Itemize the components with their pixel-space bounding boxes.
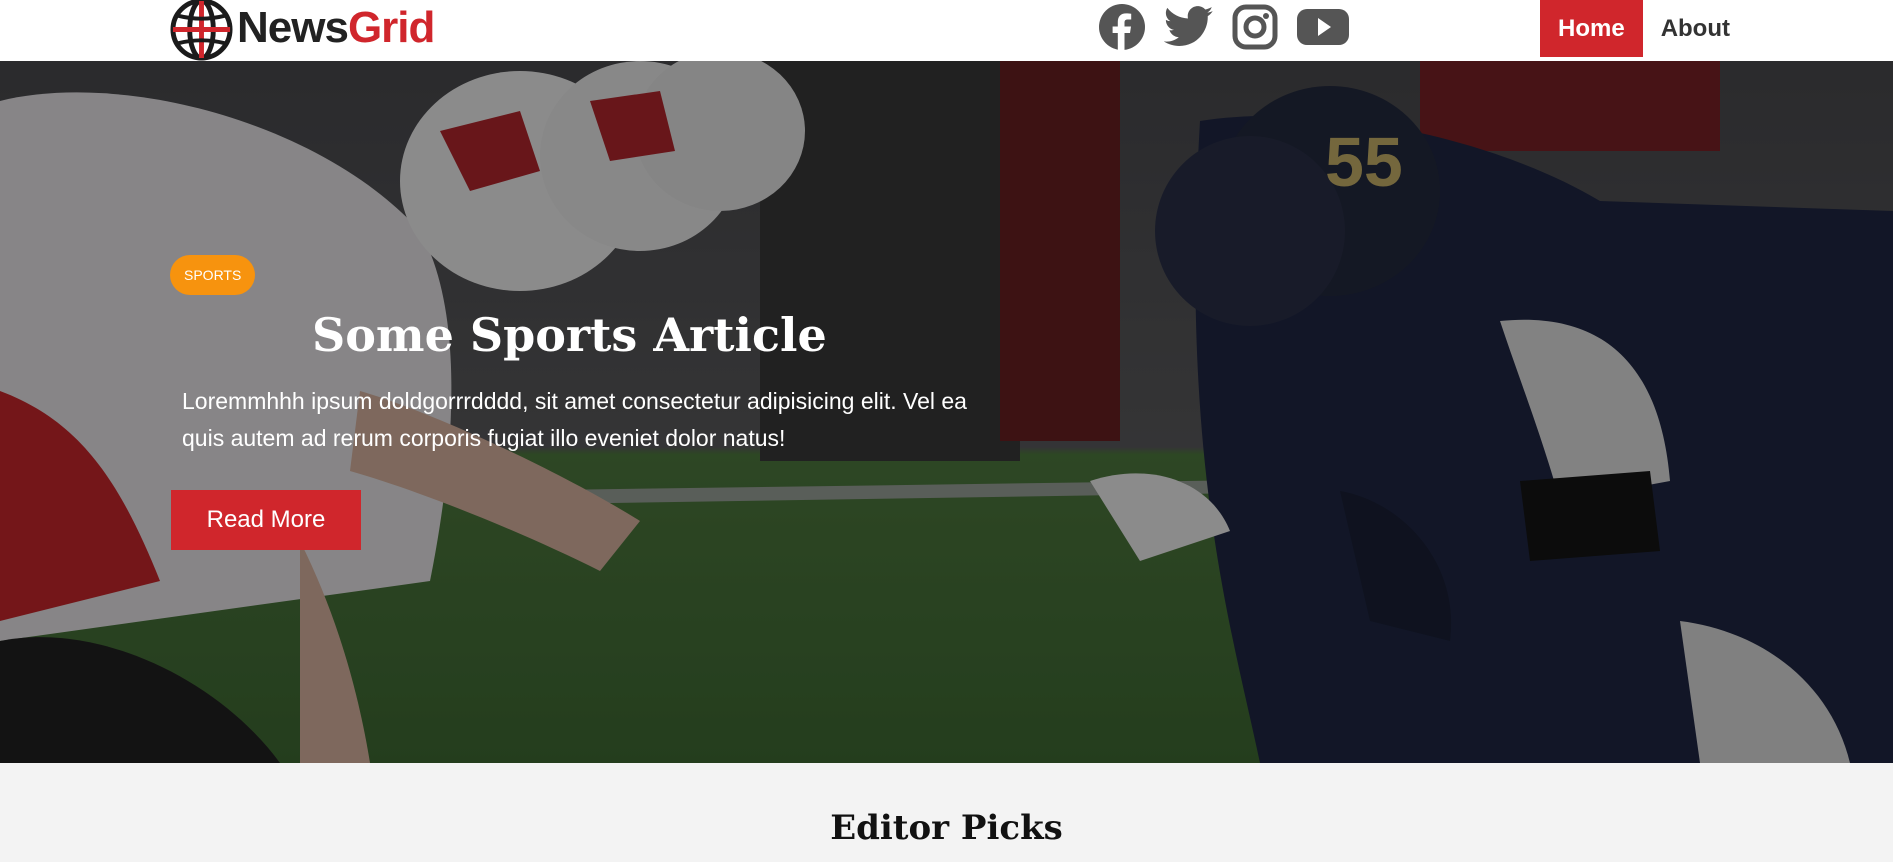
hero-article-title: Some Sports Article [312,308,827,362]
instagram-icon[interactable] [1232,4,1278,50]
nav-about-link[interactable]: About [1643,0,1748,57]
nav-home-link[interactable]: Home [1540,0,1643,57]
logo-text-news: News [237,2,349,52]
site-logo[interactable]: NewsGrid [170,0,435,61]
site-header: NewsGrid Home About [0,0,1893,61]
youtube-icon[interactable] [1296,6,1350,48]
logo-text-grid: Grid [347,2,435,52]
editor-picks-heading: Editor Picks [830,808,1063,848]
logo-text: NewsGrid [237,2,435,53]
hero-article-description: Loremmhhh ipsum doldgorrrdddd, sit amet … [182,388,967,451]
twitter-icon[interactable] [1164,4,1214,50]
main-nav: Home About [1540,0,1748,57]
facebook-icon[interactable] [1098,3,1146,51]
hero-banner: 55 SPORTS Some Sports Article Loremmhhh … [0,61,1893,763]
read-more-button[interactable]: Read More [171,490,361,550]
globe-logo-icon [170,0,233,61]
social-links [1098,3,1350,51]
category-badge[interactable]: SPORTS [170,255,256,295]
